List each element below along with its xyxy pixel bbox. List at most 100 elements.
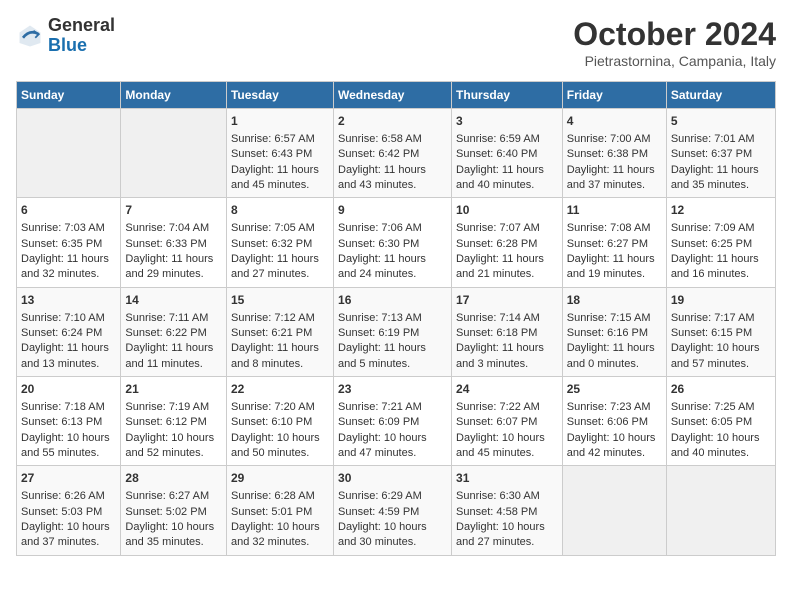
day-info-line: Sunset: 6:42 PM xyxy=(338,147,447,162)
day-info-line: Sunrise: 7:04 AM xyxy=(125,221,222,236)
day-info-line: Sunset: 6:16 PM xyxy=(567,326,662,341)
day-info-line: Daylight: 11 hours and 3 minutes. xyxy=(456,341,558,372)
day-info-line: Sunset: 6:40 PM xyxy=(456,147,558,162)
day-info-line: Sunrise: 7:21 AM xyxy=(338,400,447,415)
day-info-line: Sunrise: 6:59 AM xyxy=(456,132,558,147)
calendar-cell: 29Sunrise: 6:28 AMSunset: 5:01 PMDayligh… xyxy=(226,466,333,555)
calendar-cell xyxy=(121,109,227,198)
location-text: Pietrastornina, Campania, Italy xyxy=(573,53,776,69)
day-info-line: Sunset: 6:35 PM xyxy=(21,237,116,252)
day-info-line: Sunrise: 6:27 AM xyxy=(125,489,222,504)
calendar-week-4: 20Sunrise: 7:18 AMSunset: 6:13 PMDayligh… xyxy=(17,377,776,466)
calendar-cell: 7Sunrise: 7:04 AMSunset: 6:33 PMDaylight… xyxy=(121,198,227,287)
day-header-friday: Friday xyxy=(562,82,666,109)
day-number: 8 xyxy=(231,202,329,219)
day-info-line: Daylight: 11 hours and 24 minutes. xyxy=(338,252,447,283)
calendar-cell: 19Sunrise: 7:17 AMSunset: 6:15 PMDayligh… xyxy=(666,287,775,376)
day-info-line: Sunset: 5:02 PM xyxy=(125,505,222,520)
day-header-saturday: Saturday xyxy=(666,82,775,109)
day-header-sunday: Sunday xyxy=(17,82,121,109)
calendar-cell: 30Sunrise: 6:29 AMSunset: 4:59 PMDayligh… xyxy=(334,466,452,555)
day-info-line: Sunset: 6:32 PM xyxy=(231,237,329,252)
calendar-cell: 3 Sunrise: 6:59 AMSunset: 6:40 PMDaylight… xyxy=(452,109,563,198)
calendar-cell: 4Sunrise: 7:00 AMSunset: 6:38 PMDaylight… xyxy=(562,109,666,198)
day-number: 1 xyxy=(231,113,329,130)
day-info-line: Daylight: 10 hours and 55 minutes. xyxy=(21,431,116,462)
logo-icon xyxy=(16,22,44,50)
day-number: 11 xyxy=(567,202,662,219)
day-info-line: Sunset: 6:24 PM xyxy=(21,326,116,341)
day-info-line: Daylight: 11 hours and 21 minutes. xyxy=(456,252,558,283)
calendar-cell: 10Sunrise: 7:07 AMSunset: 6:28 PMDayligh… xyxy=(452,198,563,287)
day-number: 12 xyxy=(671,202,771,219)
logo-general-text: General xyxy=(48,15,115,35)
calendar-cell: 2Sunrise: 6:58 AMSunset: 6:42 PMDaylight… xyxy=(334,109,452,198)
day-header-tuesday: Tuesday xyxy=(226,82,333,109)
day-info-line: Sunset: 6:15 PM xyxy=(671,326,771,341)
day-info-line: Sunrise: 7:19 AM xyxy=(125,400,222,415)
day-number: 4 xyxy=(567,113,662,130)
logo-blue-text: Blue xyxy=(48,35,87,55)
day-info-line: Daylight: 11 hours and 40 minutes. xyxy=(456,163,558,194)
day-info-line: Daylight: 10 hours and 40 minutes. xyxy=(671,431,771,462)
day-number: 21 xyxy=(125,381,222,398)
day-info-line: Sunrise: 7:20 AM xyxy=(231,400,329,415)
day-info-line: Sunrise: 7:03 AM xyxy=(21,221,116,236)
day-info-line: Sunrise: 6:26 AM xyxy=(21,489,116,504)
day-info-line: Sunset: 6:19 PM xyxy=(338,326,447,341)
calendar-cell: 6Sunrise: 7:03 AMSunset: 6:35 PMDaylight… xyxy=(17,198,121,287)
calendar-cell: 11Sunrise: 7:08 AMSunset: 6:27 PMDayligh… xyxy=(562,198,666,287)
calendar-cell xyxy=(666,466,775,555)
day-number: 24 xyxy=(456,381,558,398)
calendar-cell: 22Sunrise: 7:20 AMSunset: 6:10 PMDayligh… xyxy=(226,377,333,466)
day-info-line: Sunset: 6:05 PM xyxy=(671,415,771,430)
calendar-cell: 15Sunrise: 7:12 AMSunset: 6:21 PMDayligh… xyxy=(226,287,333,376)
day-info-line: Sunset: 5:01 PM xyxy=(231,505,329,520)
calendar-cell: 28Sunrise: 6:27 AMSunset: 5:02 PMDayligh… xyxy=(121,466,227,555)
day-info-line: Daylight: 11 hours and 0 minutes. xyxy=(567,341,662,372)
day-info-line: Sunrise: 7:09 AM xyxy=(671,221,771,236)
calendar-cell: 18Sunrise: 7:15 AMSunset: 6:16 PMDayligh… xyxy=(562,287,666,376)
day-info-line: Sunrise: 6:29 AM xyxy=(338,489,447,504)
day-number: 19 xyxy=(671,292,771,309)
day-info-line: Sunrise: 7:18 AM xyxy=(21,400,116,415)
day-info-line: Daylight: 11 hours and 35 minutes. xyxy=(671,163,771,194)
day-info-line: Sunrise: 7:14 AM xyxy=(456,311,558,326)
calendar-cell: 21Sunrise: 7:19 AMSunset: 6:12 PMDayligh… xyxy=(121,377,227,466)
day-number: 20 xyxy=(21,381,116,398)
calendar-week-2: 6Sunrise: 7:03 AMSunset: 6:35 PMDaylight… xyxy=(17,198,776,287)
calendar-cell: 25Sunrise: 7:23 AMSunset: 6:06 PMDayligh… xyxy=(562,377,666,466)
day-info-line: Sunset: 6:22 PM xyxy=(125,326,222,341)
day-number: 18 xyxy=(567,292,662,309)
calendar-week-3: 13Sunrise: 7:10 AMSunset: 6:24 PMDayligh… xyxy=(17,287,776,376)
calendar-cell: 1Sunrise: 6:57 AMSunset: 6:43 PMDaylight… xyxy=(226,109,333,198)
day-info-line: Daylight: 10 hours and 47 minutes. xyxy=(338,431,447,462)
day-info-line: Sunrise: 7:13 AM xyxy=(338,311,447,326)
day-number: 26 xyxy=(671,381,771,398)
day-info-line: Daylight: 11 hours and 32 minutes. xyxy=(21,252,116,283)
calendar-cell xyxy=(17,109,121,198)
day-info-line: Sunset: 6:09 PM xyxy=(338,415,447,430)
day-info-line: Sunrise: 6:30 AM xyxy=(456,489,558,504)
calendar-cell xyxy=(562,466,666,555)
day-info-line: Daylight: 11 hours and 16 minutes. xyxy=(671,252,771,283)
day-info-line: Daylight: 11 hours and 13 minutes. xyxy=(21,341,116,372)
calendar-cell: 13Sunrise: 7:10 AMSunset: 6:24 PMDayligh… xyxy=(17,287,121,376)
calendar-cell: 5Sunrise: 7:01 AMSunset: 6:37 PMDaylight… xyxy=(666,109,775,198)
day-number: 16 xyxy=(338,292,447,309)
day-info-line: Sunrise: 7:17 AM xyxy=(671,311,771,326)
calendar-body: 1Sunrise: 6:57 AMSunset: 6:43 PMDaylight… xyxy=(17,109,776,556)
day-info-line: Sunset: 6:37 PM xyxy=(671,147,771,162)
day-info-line: Daylight: 10 hours and 45 minutes. xyxy=(456,431,558,462)
day-number: 10 xyxy=(456,202,558,219)
day-info-line: Sunset: 5:03 PM xyxy=(21,505,116,520)
calendar-cell: 24Sunrise: 7:22 AMSunset: 6:07 PMDayligh… xyxy=(452,377,563,466)
day-info-line: Sunrise: 7:06 AM xyxy=(338,221,447,236)
day-number: 27 xyxy=(21,470,116,487)
day-info-line: Daylight: 10 hours and 37 minutes. xyxy=(21,520,116,551)
day-number: 3 xyxy=(456,113,558,130)
calendar-cell: 27 Sunrise: 6:26 AMSunset: 5:03 PMDayligh… xyxy=(17,466,121,555)
day-info-line: Sunrise: 7:23 AM xyxy=(567,400,662,415)
day-info-line: Sunset: 6:10 PM xyxy=(231,415,329,430)
day-info-line: Daylight: 11 hours and 45 minutes. xyxy=(231,163,329,194)
